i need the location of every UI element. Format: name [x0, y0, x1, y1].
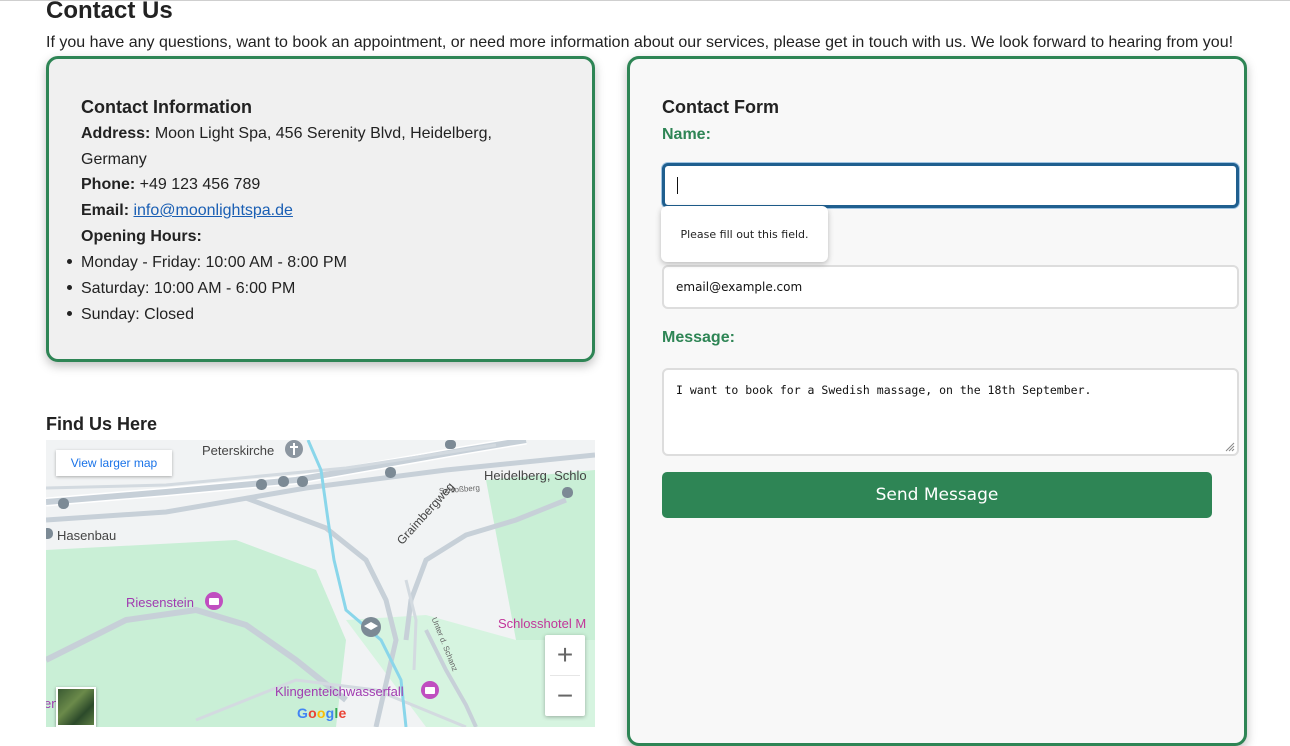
map-label-klingenteichwasserfall: Klingenteichwasserfall	[275, 684, 404, 699]
address-value: Moon Light Spa, 456 Serenity Blvd, Heide…	[154, 125, 492, 142]
address-label: Address:	[81, 125, 151, 142]
zoom-out-button[interactable]: −	[545, 676, 585, 716]
bullet-icon	[67, 259, 72, 265]
hours-item-sunday: Sunday: Closed	[67, 306, 194, 324]
map-label-hasenbau: Hasenbau	[57, 528, 117, 543]
name-label: Name:	[662, 126, 711, 143]
resize-handle-icon[interactable]	[1223, 440, 1235, 452]
phone-label: Phone:	[81, 176, 136, 193]
map-label-riesenstein: Riesenstein	[126, 595, 194, 610]
map-label-schlosshotel: Schlosshotel M	[498, 616, 587, 631]
map-embed[interactable]: View larger map Peterskirche Heidelberg,…	[46, 440, 595, 727]
phone-value: +49 123 456 789	[139, 176, 261, 193]
google-logo: Google	[297, 705, 347, 721]
message-textarea[interactable]: I want to book for a Swedish massage, on…	[662, 368, 1239, 456]
validation-tooltip: Please fill out this field.	[661, 206, 828, 262]
bullet-icon	[67, 285, 72, 291]
opening-hours-label: Opening Hours:	[81, 228, 202, 245]
email-input[interactable]: email@example.com	[662, 265, 1239, 309]
phone-line: Phone: +49 123 456 789	[81, 176, 260, 194]
contact-info-heading: Contact Information	[81, 97, 252, 117]
message-label: Message:	[662, 329, 735, 346]
send-message-button[interactable]: Send Message	[662, 472, 1212, 518]
hours-item-saturday: Saturday: 10:00 AM - 6:00 PM	[67, 280, 295, 298]
email-link[interactable]: info@moonlightspa.de	[133, 202, 292, 219]
bullet-icon	[67, 311, 72, 317]
text-caret	[677, 177, 678, 194]
contact-info-card: Contact Information Address: Moon Light …	[46, 56, 595, 362]
top-divider	[0, 0, 1290, 1]
email-line: Email: info@moonlightspa.de	[81, 202, 293, 220]
name-input[interactable]	[662, 163, 1239, 208]
email-label: Email:	[81, 202, 130, 219]
satellite-thumbnail[interactable]	[56, 687, 96, 727]
hours-item-weekdays: Monday - Friday: 10:00 AM - 8:00 PM	[67, 254, 347, 272]
page-title: Contact Us	[46, 0, 173, 24]
address-country: Germany	[81, 151, 147, 168]
zoom-in-button[interactable]: +	[545, 635, 585, 675]
map-label-heidelberg-schloss: Heidelberg, Schlo	[484, 468, 587, 483]
map-zoom-controls: + −	[545, 635, 585, 716]
page-intro: If you have any questions, want to book …	[46, 34, 1234, 51]
find-us-heading: Find Us Here	[46, 414, 158, 434]
map-label-peterskirche: Peterskirche	[202, 443, 275, 458]
address-line: Address: Moon Light Spa, 456 Serenity Bl…	[81, 125, 492, 143]
contact-form-heading: Contact Form	[662, 97, 779, 117]
contact-form-card: Contact Form Name: email@example.com Ple…	[627, 56, 1247, 746]
view-larger-map-link[interactable]: View larger map	[56, 450, 172, 476]
